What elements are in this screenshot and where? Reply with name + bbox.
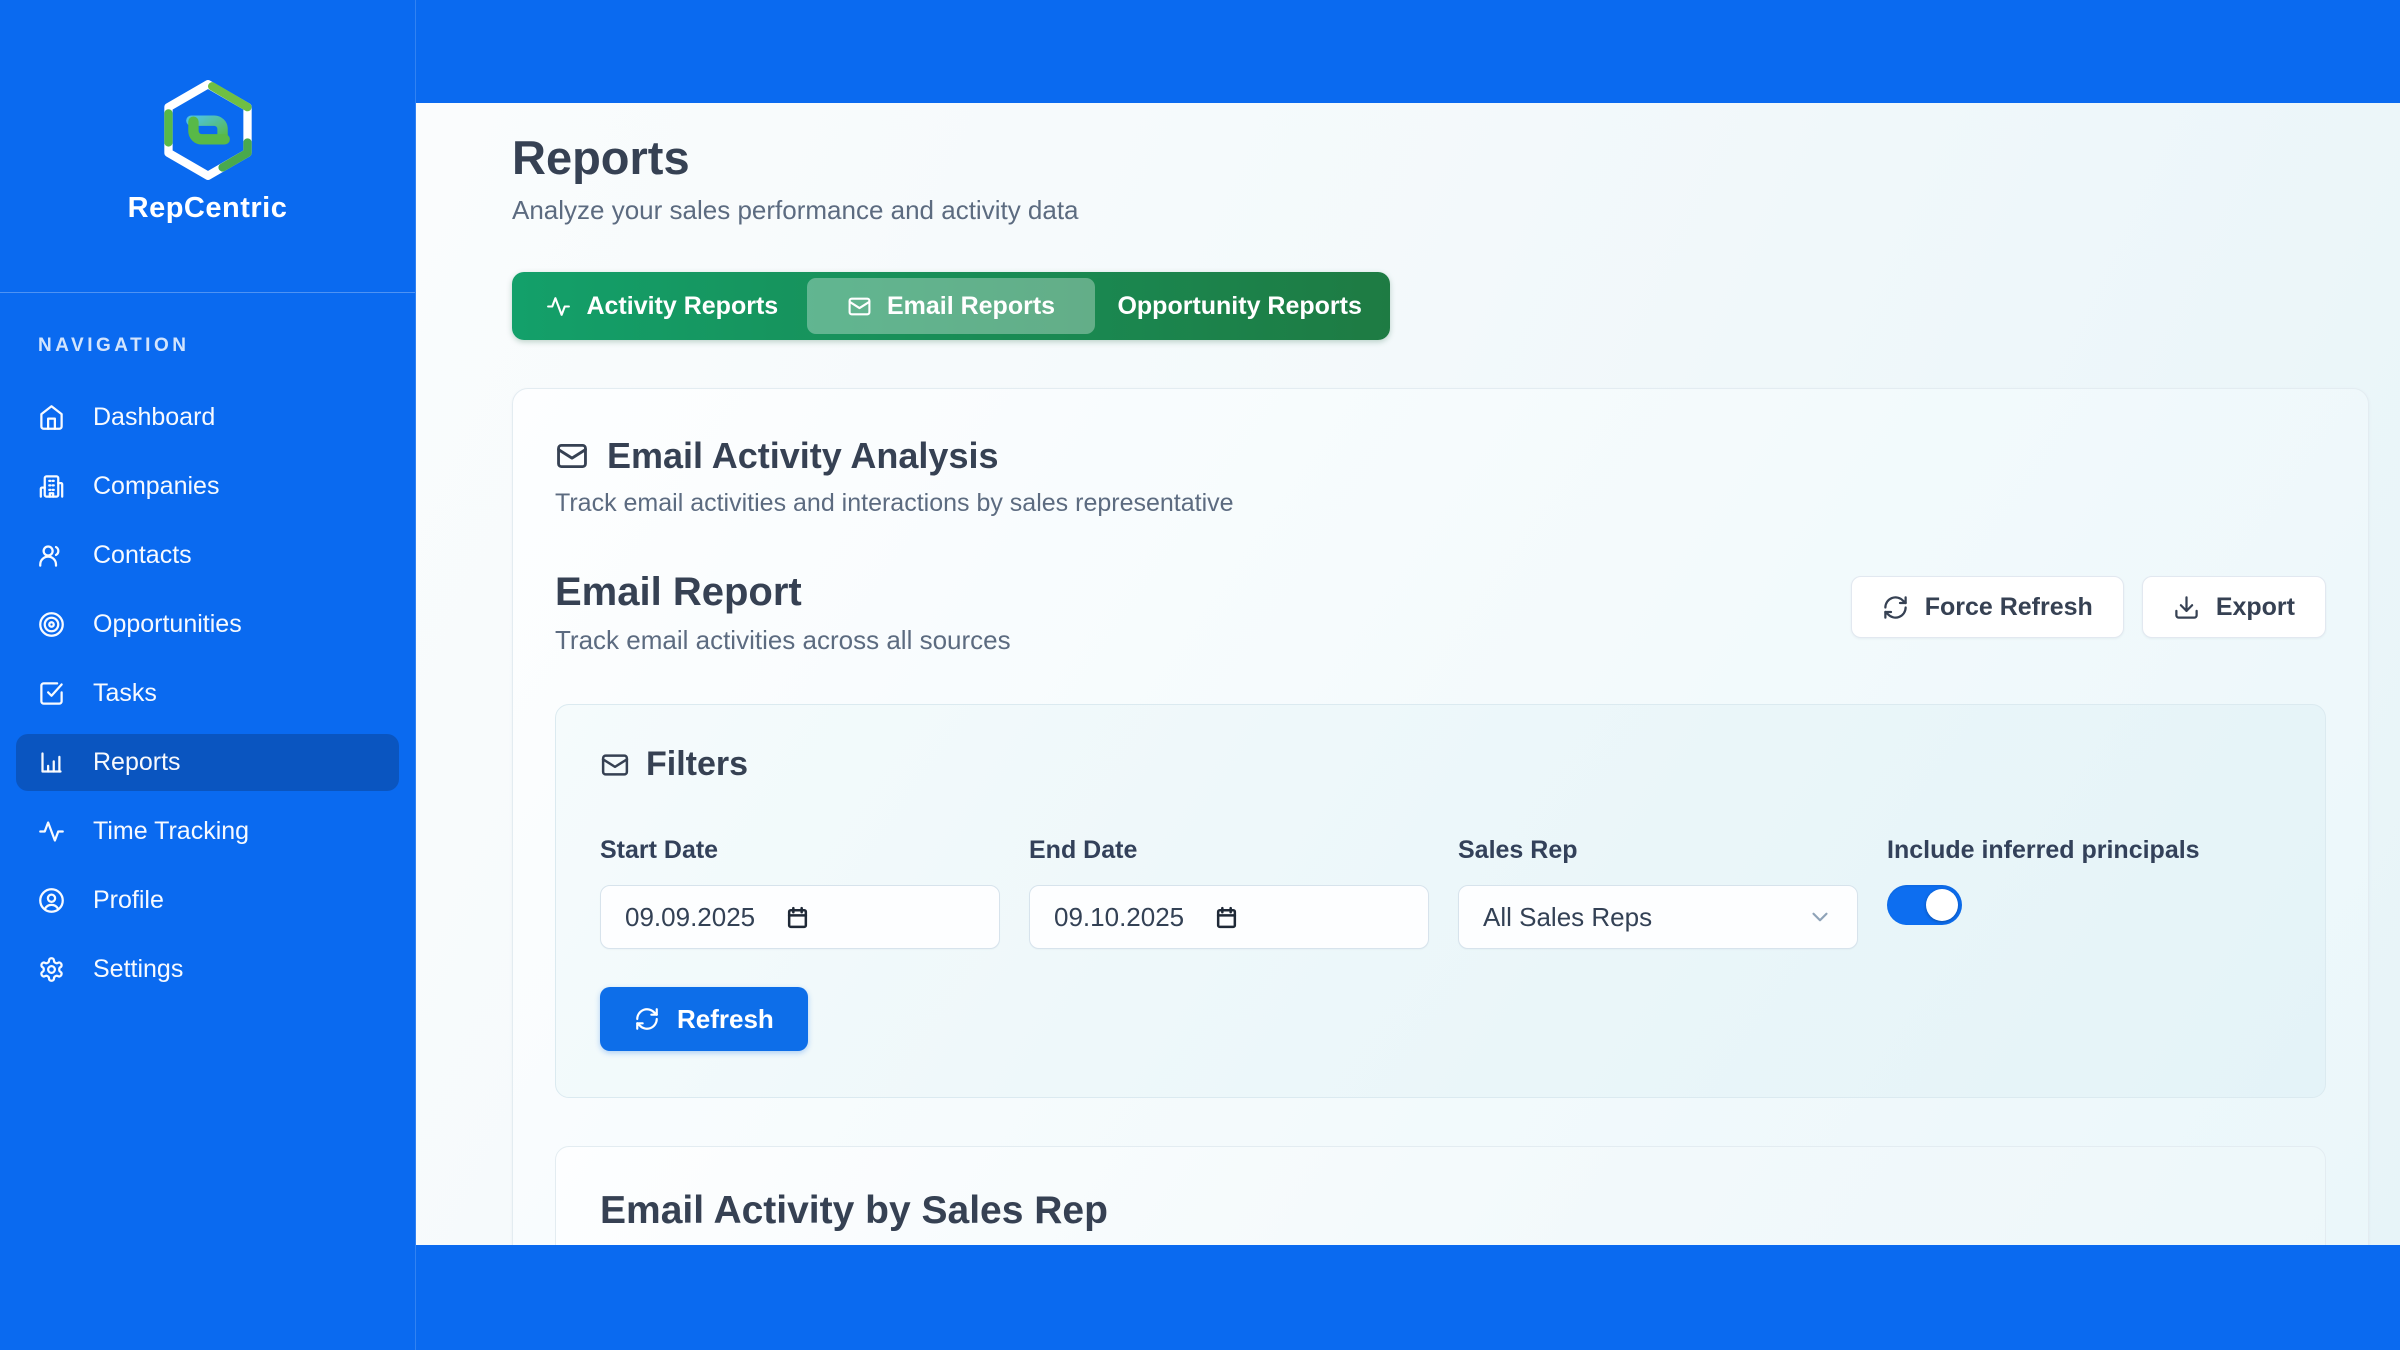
refresh-icon — [634, 1006, 660, 1032]
tab-activity-reports[interactable]: Activity Reports — [518, 278, 807, 334]
app-name: RepCentric — [128, 192, 288, 225]
report-tabs: Activity Reports Email Reports Opportuni… — [512, 272, 1390, 340]
app-logo[interactable]: RepCentric — [0, 0, 415, 293]
end-date-field: End Date 09.10.2025 — [1029, 836, 1429, 949]
bar-chart-icon — [38, 749, 65, 776]
start-date-input[interactable]: 09.09.2025 — [600, 885, 1000, 949]
force-refresh-button[interactable]: Force Refresh — [1851, 576, 2124, 638]
mail-icon — [600, 750, 630, 780]
filters-title: Filters — [646, 745, 748, 784]
sidebar-item-label: Settings — [93, 955, 183, 984]
home-icon — [38, 404, 65, 431]
sales-rep-select[interactable]: All Sales Reps — [1458, 885, 1858, 949]
calendar-icon[interactable] — [1214, 905, 1239, 930]
start-date-value: 09.09.2025 — [625, 902, 755, 933]
tab-opportunity-reports[interactable]: Opportunity Reports — [1095, 278, 1384, 334]
email-analysis-title: Email Activity Analysis — [607, 435, 999, 477]
activity-by-rep-card: Email Activity by Sales Rep Summary of e… — [555, 1146, 2326, 1245]
activity-icon — [38, 818, 65, 845]
repcentric-logo-icon — [156, 78, 260, 182]
end-date-label: End Date — [1029, 836, 1429, 865]
sidebar-item-label: Companies — [93, 472, 219, 501]
email-analysis-subtitle: Track email activities and interactions … — [555, 489, 2326, 518]
sidebar-item-label: Opportunities — [93, 610, 242, 639]
page-subtitle: Analyze your sales performance and activ… — [512, 195, 2370, 226]
email-report-title: Email Report — [555, 570, 1011, 615]
sidebar-item-dashboard[interactable]: Dashboard — [16, 389, 399, 446]
sidebar-item-label: Tasks — [93, 679, 157, 708]
tab-label: Opportunity Reports — [1117, 292, 1361, 321]
users-icon — [38, 542, 65, 569]
toggle-knob — [1926, 889, 1958, 921]
include-inferred-field: Include inferred principals — [1887, 836, 2281, 949]
email-analysis-card: Email Activity Analysis Track email acti… — [512, 388, 2369, 1245]
tab-label: Activity Reports — [586, 292, 778, 321]
sidebar-item-label: Contacts — [93, 541, 192, 570]
end-date-value: 09.10.2025 — [1054, 902, 1184, 933]
sidebar-nav: NAVIGATION Dashboard Companies Contacts … — [0, 335, 415, 998]
target-icon — [38, 611, 65, 638]
sales-rep-value: All Sales Reps — [1483, 902, 1652, 933]
end-date-input[interactable]: 09.10.2025 — [1029, 885, 1429, 949]
export-button[interactable]: Export — [2142, 576, 2326, 638]
include-inferred-toggle[interactable] — [1887, 885, 1962, 925]
tab-label: Email Reports — [887, 292, 1055, 321]
sidebar-item-contacts[interactable]: Contacts — [16, 527, 399, 584]
main-content: Reports Analyze your sales performance a… — [416, 103, 2400, 1245]
refresh-icon — [1882, 594, 1909, 621]
sales-rep-label: Sales Rep — [1458, 836, 1858, 865]
gear-icon — [38, 956, 65, 983]
start-date-label: Start Date — [600, 836, 1000, 865]
sidebar-item-reports[interactable]: Reports — [16, 734, 399, 791]
building-icon — [38, 473, 65, 500]
mail-icon — [847, 294, 872, 319]
nav-section-label: NAVIGATION — [38, 335, 399, 357]
force-refresh-label: Force Refresh — [1925, 593, 2093, 622]
chevron-down-icon — [1807, 904, 1833, 930]
sidebar-item-label: Reports — [93, 748, 181, 777]
sidebar-item-companies[interactable]: Companies — [16, 458, 399, 515]
sidebar-item-opportunities[interactable]: Opportunities — [16, 596, 399, 653]
sidebar-item-label: Profile — [93, 886, 164, 915]
email-report-subtitle: Track email activities across all source… — [555, 625, 1011, 656]
check-square-icon — [38, 680, 65, 707]
start-date-field: Start Date 09.09.2025 — [600, 836, 1000, 949]
mail-icon — [555, 439, 589, 473]
tab-email-reports[interactable]: Email Reports — [807, 278, 1096, 334]
sidebar-item-profile[interactable]: Profile — [16, 872, 399, 929]
activity-by-rep-title: Email Activity by Sales Rep — [600, 1189, 2281, 1233]
sidebar-item-label: Time Tracking — [93, 817, 249, 846]
user-circle-icon — [38, 887, 65, 914]
export-label: Export — [2216, 593, 2295, 622]
refresh-button[interactable]: Refresh — [600, 987, 808, 1051]
download-icon — [2173, 594, 2200, 621]
page-title: Reports — [512, 131, 2370, 185]
sidebar-item-tasks[interactable]: Tasks — [16, 665, 399, 722]
sidebar-item-settings[interactable]: Settings — [16, 941, 399, 998]
sidebar: RepCentric NAVIGATION Dashboard Companie… — [0, 0, 416, 1350]
sidebar-item-time-tracking[interactable]: Time Tracking — [16, 803, 399, 860]
calendar-icon[interactable] — [785, 905, 810, 930]
sidebar-item-label: Dashboard — [93, 403, 215, 432]
activity-icon — [546, 294, 571, 319]
include-inferred-label: Include inferred principals — [1887, 836, 2281, 865]
refresh-label: Refresh — [677, 1004, 774, 1035]
sales-rep-field: Sales Rep All Sales Reps — [1458, 836, 1858, 949]
filters-panel: Filters Start Date 09.09.2025 End Date 0… — [555, 704, 2326, 1098]
